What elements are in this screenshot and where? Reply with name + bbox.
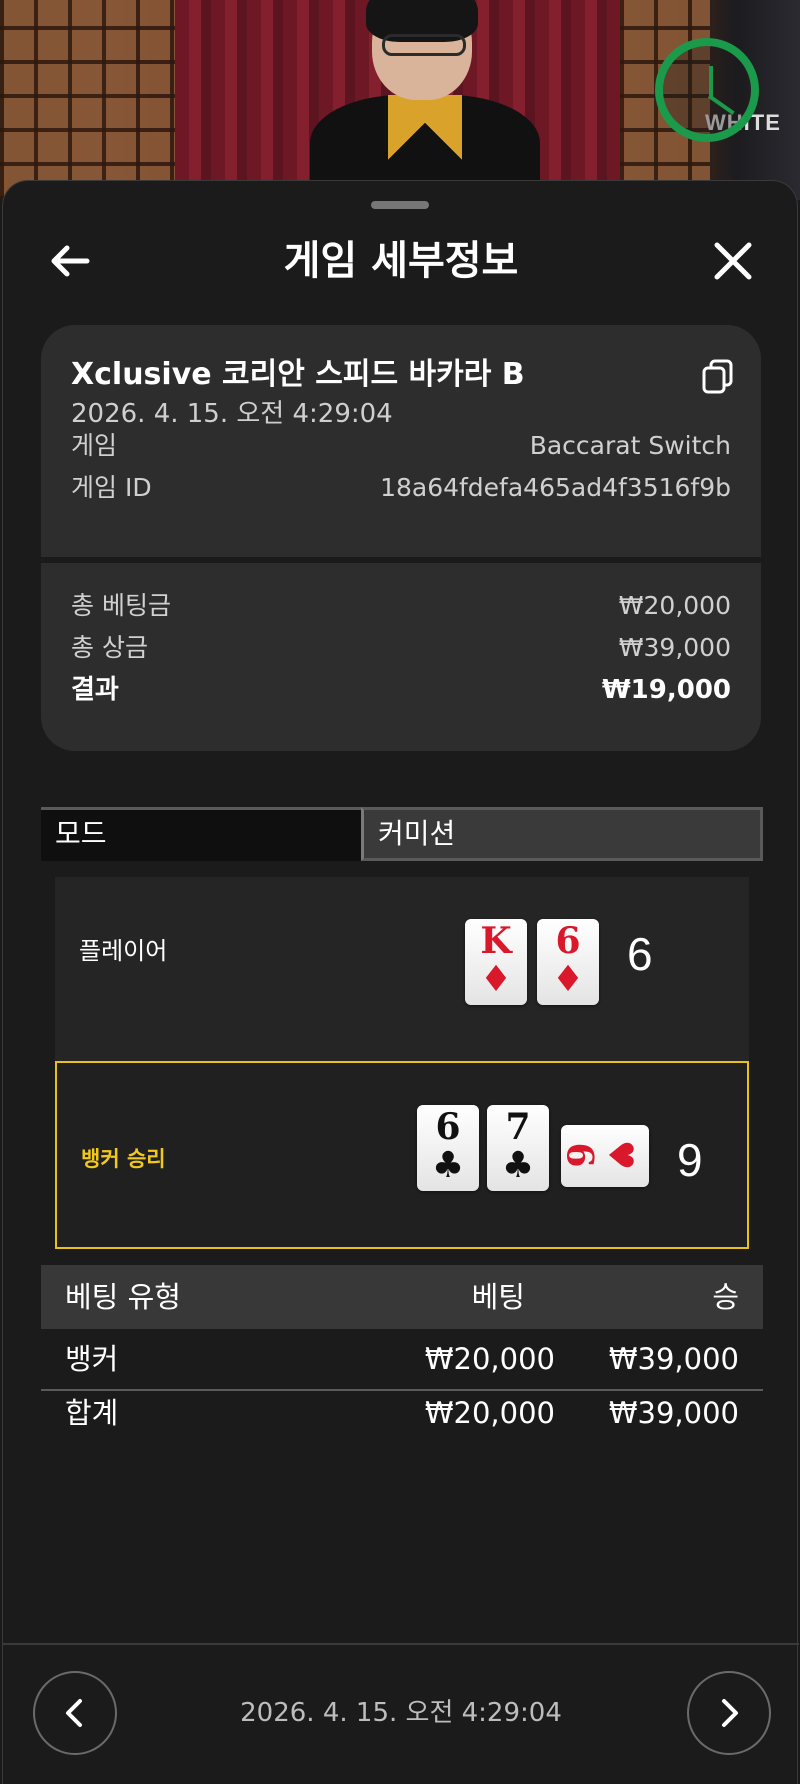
dealer xyxy=(310,0,540,200)
banker-win-label: 뱅커 승리 xyxy=(81,1147,166,1171)
col-win: 승 xyxy=(712,1280,739,1314)
next-round-button[interactable] xyxy=(687,1671,771,1755)
game-type-value: Baccarat Switch xyxy=(529,431,731,460)
footer-datetime: 2026. 4. 15. 오전 4:29:04 xyxy=(240,1698,562,1728)
arrow-left-icon xyxy=(51,245,90,277)
timer-icon xyxy=(655,38,759,142)
result-value: ₩19,000 xyxy=(601,675,731,705)
chevron-right-icon xyxy=(722,1699,738,1727)
drag-handle[interactable] xyxy=(371,201,429,209)
banker-total: 9 xyxy=(677,1134,703,1186)
lattice-wall-left xyxy=(0,0,175,200)
bet-type-cell: 뱅커 xyxy=(65,1342,119,1376)
game-summary-card: Xclusive 코리안 스피드 바카라 B 2026. 4. 15. 오전 4… xyxy=(41,325,761,751)
page-title: 게임 세부정보 xyxy=(283,238,519,284)
playing-card: 6 ♣ xyxy=(417,1105,479,1191)
back-button[interactable] xyxy=(43,233,99,289)
banker-hand-winner: 뱅커 승리 6 ♣ 7 ♣ 6 ♥ 9 xyxy=(55,1061,749,1249)
divider xyxy=(41,557,761,563)
playing-card: K ♦ xyxy=(465,919,527,1005)
bet-amount-cell: ₩20,000 xyxy=(424,1342,555,1376)
divider xyxy=(3,1643,799,1645)
win-amount-cell: ₩39,000 xyxy=(608,1342,739,1376)
total-label-cell: 합계 xyxy=(65,1396,119,1430)
close-icon xyxy=(714,242,752,280)
player-total: 6 xyxy=(627,928,653,980)
total-win-cell: ₩39,000 xyxy=(608,1396,739,1430)
col-bet: 베팅 xyxy=(471,1280,525,1314)
playing-card: 6 ♦ xyxy=(537,919,599,1005)
player-hand: 플레이어 K ♦ 6 ♦ 6 xyxy=(55,877,749,1061)
divider xyxy=(41,1389,763,1391)
col-bet-type: 베팅 유형 xyxy=(65,1280,181,1314)
game-details-sheet: 게임 세부정보 Xclusive 코리안 스피드 바카라 B 2026. 4. … xyxy=(2,180,799,1784)
mode-tabs: 모드 커미션 xyxy=(41,807,763,861)
tab-commission[interactable]: 커미션 xyxy=(361,807,763,861)
chevron-left-icon xyxy=(66,1699,82,1727)
game-name: Xclusive 코리안 스피드 바카라 B xyxy=(71,357,525,392)
game-id-value: 18a64fdefa465ad4f3516f9b xyxy=(380,473,731,502)
close-button[interactable] xyxy=(705,233,761,289)
live-video-feed: WHITE xyxy=(0,0,800,200)
player-label: 플레이어 xyxy=(79,937,168,965)
third-playing-card: 6 ♥ xyxy=(559,1125,649,1187)
tab-mode[interactable]: 모드 xyxy=(41,807,361,861)
playing-card: 7 ♣ xyxy=(487,1105,549,1191)
previous-round-button[interactable] xyxy=(33,1671,117,1755)
total-bet-value: ₩20,000 xyxy=(618,591,731,620)
copy-icon xyxy=(702,359,733,394)
total-bet-cell: ₩20,000 xyxy=(424,1396,555,1430)
copy-button[interactable] xyxy=(701,359,735,395)
game-datetime: 2026. 4. 15. 오전 4:29:04 xyxy=(71,399,393,429)
total-prize-value: ₩39,000 xyxy=(618,633,731,662)
table-header: 베팅 유형 베팅 승 xyxy=(41,1265,763,1329)
